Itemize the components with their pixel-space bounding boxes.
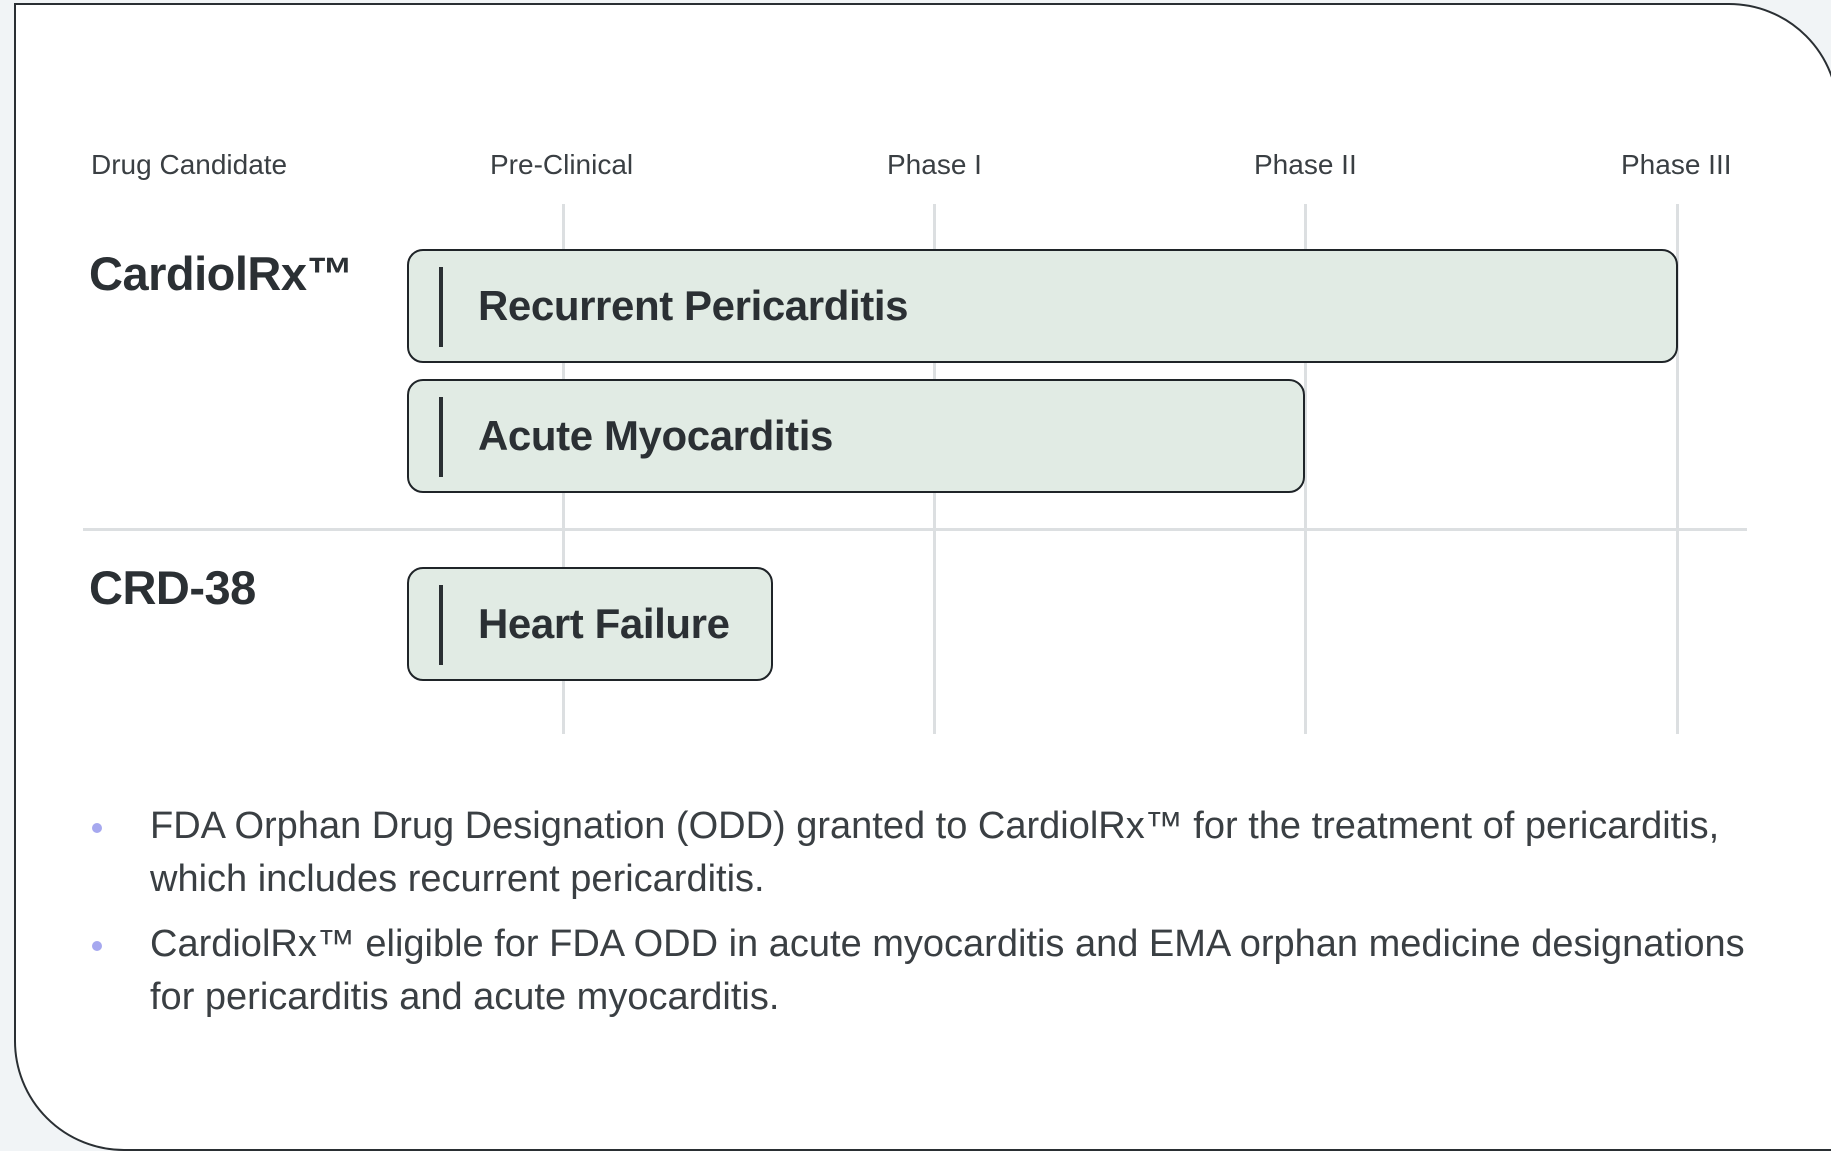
bar-label: Acute Myocarditis [478,412,833,459]
header-phase-3: Phase III [1621,149,1732,180]
header-preclinical: Pre-Clinical [490,149,634,180]
note-item: FDA Orphan Drug Designation (ODD) grante… [90,800,1790,906]
bar-label: Recurrent Pericarditis [478,282,909,329]
drug-name-cardiolrx: CardiolRx™ [89,247,354,300]
bullet-dot-icon [92,823,102,833]
candidate-divider [83,528,1747,531]
bar-accent [439,397,443,477]
notes-list: FDA Orphan Drug Designation (ODD) grante… [90,800,1790,1036]
bar-label: Heart Failure [478,600,730,647]
bar-recurrent-pericarditis: Recurrent Pericarditis [407,249,1678,363]
bar-accent [439,585,443,665]
header-drug-candidate: Drug Candidate [91,149,288,180]
note-text: CardiolRx™ eligible for FDA ODD in acute… [150,923,1745,1018]
header-phase-1: Phase I [887,149,982,180]
drug-name-crd-38: CRD-38 [89,561,256,614]
bar-heart-failure: Heart Failure [407,567,773,681]
note-item: CardiolRx™ eligible for FDA ODD in acute… [90,918,1790,1024]
bullet-dot-icon [92,941,102,951]
bar-acute-myocarditis: Acute Myocarditis [407,379,1305,493]
bar-accent [439,267,443,347]
note-text: FDA Orphan Drug Designation (ODD) grante… [150,805,1720,900]
header-phase-2: Phase II [1254,149,1357,180]
